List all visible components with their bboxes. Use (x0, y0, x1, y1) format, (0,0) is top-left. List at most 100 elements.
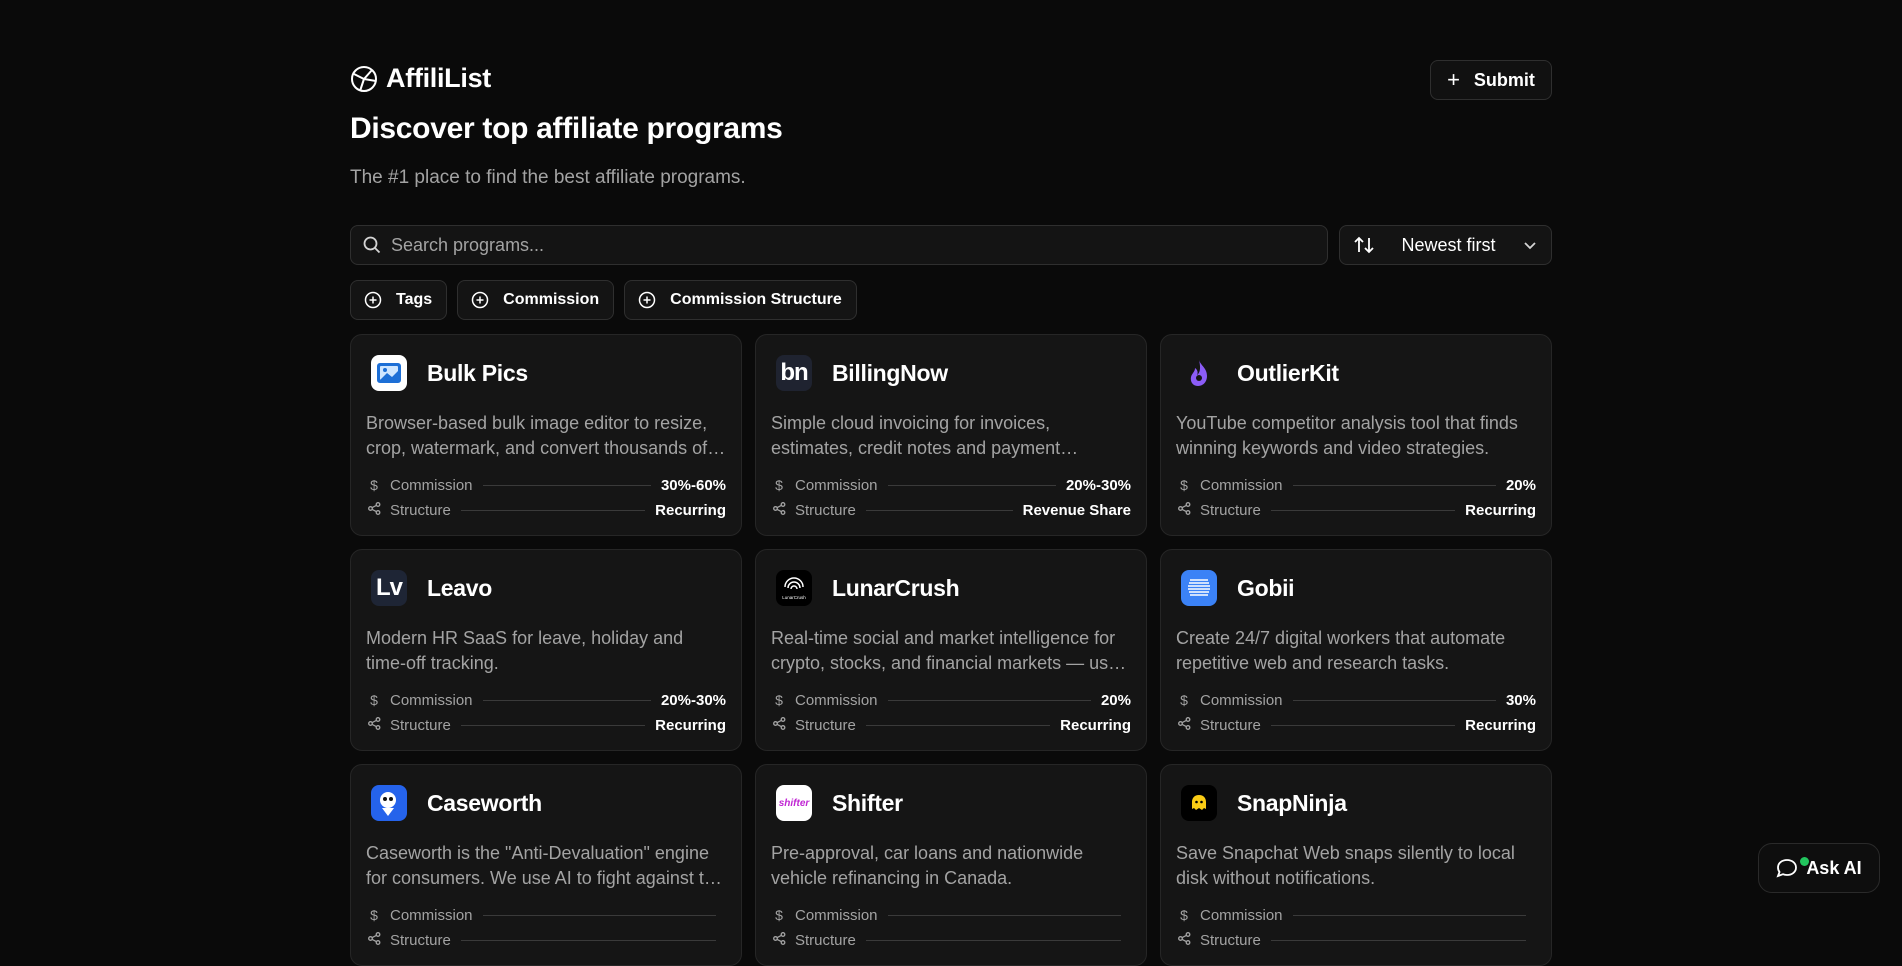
program-name: Leavo (427, 574, 492, 601)
card-header: LunarCrush LunarCrush (776, 570, 960, 606)
commission-row: $ Commission (1176, 905, 1536, 925)
commission-row: $ Commission 30%-60% (366, 475, 726, 495)
share-icon (1176, 502, 1192, 518)
search-bar (350, 225, 1328, 265)
structure-row: Structure Recurring (366, 715, 726, 735)
card-header: bn BillingNow (776, 355, 948, 391)
structure-label: Structure (390, 716, 451, 734)
program-card-leavo[interactable]: Lv Leavo Modern HR SaaS for leave, holiday… (350, 549, 742, 751)
filter-commission-structure-button[interactable]: Commission Structure (624, 280, 857, 320)
globe-icon (351, 65, 377, 92)
share-icon (366, 932, 382, 948)
program-description: Caseworth is the "Anti-Devaluation" engi… (366, 843, 724, 888)
share-icon (771, 932, 787, 948)
divider-line (1270, 724, 1456, 726)
program-logo-text: bn (780, 359, 808, 386)
program-name: SnapNinja (1237, 789, 1347, 816)
program-logo-icon (1181, 570, 1217, 606)
card-header: Gobii (1181, 570, 1295, 606)
program-logo-icon (1181, 785, 1217, 821)
structure-label: Structure (1200, 931, 1261, 949)
chevron-down-icon (1524, 242, 1536, 250)
divider-line (865, 939, 1121, 941)
program-name: Bulk Pics (427, 359, 528, 386)
plus-icon: + (1447, 67, 1460, 92)
divider-line (887, 699, 1091, 701)
program-description: Save Snapchat Web snaps silently to loca… (1176, 843, 1515, 888)
program-card-snapninja[interactable]: SnapNinja Save Snapchat Web snaps silentl… (1160, 764, 1552, 966)
logo[interactable]: AffiliList (350, 63, 491, 94)
program-description: Real-time social and market intelligence… (771, 628, 1129, 673)
dollar-icon: $ (775, 692, 783, 708)
divider-line (1292, 484, 1496, 486)
program-logo-icon (1181, 355, 1217, 391)
submit-button[interactable]: + Submit (1430, 60, 1552, 100)
filter-label: Commission (503, 291, 600, 308)
divider-line (482, 914, 716, 916)
dollar-icon: $ (1180, 907, 1188, 923)
program-name: LunarCrush (832, 574, 960, 601)
program-card-bulk-pics[interactable]: Bulk Pics Browser-based bulk image editor… (350, 334, 742, 536)
structure-label: Structure (1200, 716, 1261, 734)
search-input[interactable] (391, 234, 1327, 256)
structure-label: Structure (795, 501, 856, 519)
commission-label: Commission (390, 906, 473, 924)
program-name: Caseworth (427, 789, 542, 816)
page-title: Discover top affiliate programs (350, 112, 783, 145)
commission-value: 20% (1100, 691, 1131, 709)
structure-value: Recurring (1060, 716, 1131, 734)
commission-value: 20% (1505, 476, 1536, 494)
filter-tags-button[interactable]: Tags (350, 280, 448, 320)
divider-line (482, 484, 651, 486)
share-icon (771, 717, 787, 733)
program-card-lunarcrush[interactable]: LunarCrush LunarCrush Real-time social and… (755, 549, 1147, 751)
commission-row: $ Commission 30% (1176, 690, 1536, 710)
structure-value: Recurring (655, 716, 726, 734)
share-icon (366, 502, 382, 518)
program-card-billingnow[interactable]: bn BillingNow Simple cloud invoicing for i… (755, 334, 1147, 536)
divider-line (1292, 699, 1496, 701)
structure-row: Structure (1176, 930, 1536, 950)
card-header: OutlierKit (1181, 355, 1339, 391)
commission-row: $ Commission (366, 905, 726, 925)
program-description: YouTube competitor analysis tool that fi… (1176, 413, 1518, 458)
commission-row: $ Commission 20% (771, 690, 1131, 710)
program-description: Simple cloud invoicing for invoices, est… (771, 413, 1061, 458)
dollar-icon: $ (370, 907, 378, 923)
plus-circle-icon (471, 291, 489, 309)
commission-row: $ Commission 20%-30% (771, 475, 1131, 495)
card-header: Lv Leavo (371, 570, 492, 606)
filter-bar: Tags Commission Commission Structure (350, 280, 857, 320)
program-description: Pre-approval, car loans and nationwide v… (771, 843, 1084, 888)
ask-ai-button[interactable]: Ask AI (1758, 843, 1880, 893)
program-card-outlierkit[interactable]: OutlierKit YouTube competitor analysis to… (1160, 334, 1552, 536)
program-logo-icon (371, 785, 407, 821)
commission-row: $ Commission (771, 905, 1131, 925)
ask-ai-label: Ask AI (1806, 857, 1862, 878)
program-card-caseworth[interactable]: Caseworth Caseworth is the "Anti-Devaluat… (350, 764, 742, 966)
card-header: SnapNinja (1181, 785, 1347, 821)
program-card-shifter[interactable]: shifter Shifter Pre-approval, car loans an… (755, 764, 1147, 966)
dollar-icon: $ (775, 907, 783, 923)
program-logo-icon: bn (776, 355, 812, 391)
structure-value: Recurring (1465, 716, 1536, 734)
commission-label: Commission (390, 691, 473, 709)
share-icon (366, 717, 382, 733)
sort-select[interactable]: Newest first (1339, 225, 1552, 265)
share-icon (1176, 932, 1192, 948)
program-card-gobii[interactable]: Gobii Create 24/7 digital workers that au… (1160, 549, 1552, 751)
program-name: BillingNow (832, 359, 948, 386)
plus-circle-icon (364, 291, 382, 309)
commission-value: 20%-30% (660, 691, 726, 709)
program-description: Modern HR SaaS for leave, holiday and ti… (366, 628, 684, 673)
program-logo-icon: LunarCrush (776, 570, 812, 606)
plus-circle-icon (638, 291, 656, 309)
dollar-icon: $ (370, 692, 378, 708)
program-name: Gobii (1237, 574, 1295, 601)
header: AffiliList + Submit (350, 60, 1552, 100)
divider-line (865, 724, 1051, 726)
program-logo-icon (371, 355, 407, 391)
program-grid: Bulk Pics Browser-based bulk image editor… (350, 334, 1552, 966)
filter-label: Tags (396, 291, 433, 308)
filter-commission-button[interactable]: Commission (457, 280, 615, 320)
